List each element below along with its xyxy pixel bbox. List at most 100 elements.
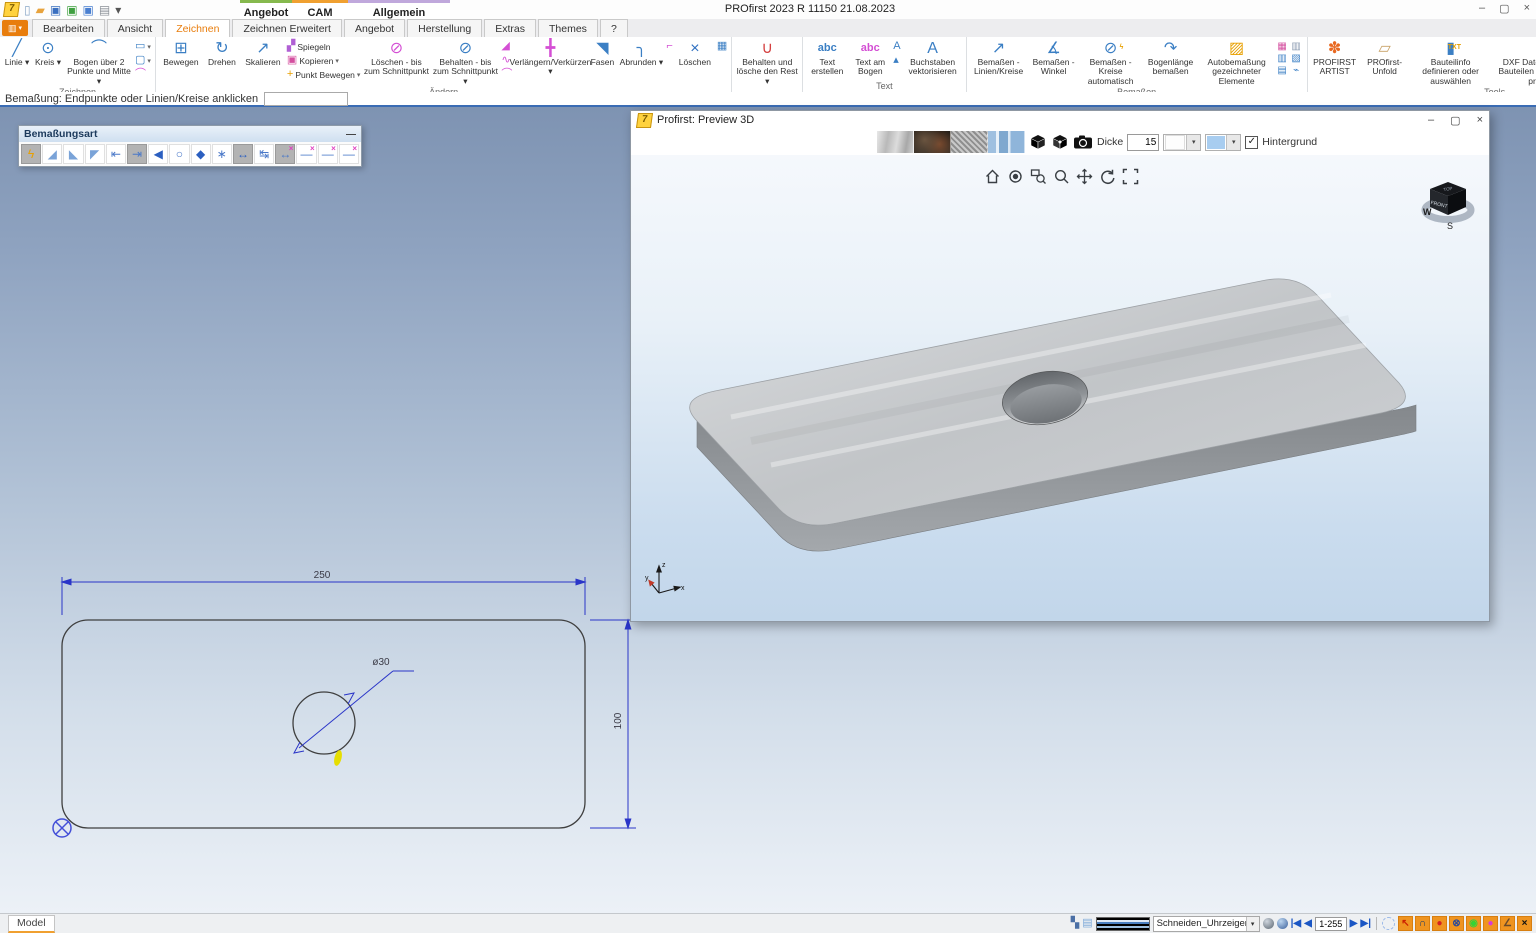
open-folder-icon[interactable]: ▰	[36, 4, 45, 16]
save-all-icon[interactable]: ▣	[66, 4, 77, 16]
ribbon-small-icon[interactable]: ◢	[501, 40, 512, 53]
dim-diamond-solid-button[interactable]: ◆	[191, 144, 211, 164]
view-cube[interactable]: TOP FRONT W S	[1421, 179, 1475, 231]
menu-tab-extras[interactable]: Extras	[484, 19, 536, 37]
last-frame-button[interactable]: ▶|	[1361, 918, 1372, 929]
wire-view-cube-icon[interactable]	[1051, 134, 1069, 150]
app-menu-button[interactable]: ▥ ▾	[2, 20, 28, 36]
snap-endpoint-toggle[interactable]: ●	[1432, 916, 1447, 931]
preview-maximize-button[interactable]: ▢	[1450, 114, 1460, 127]
ribbon-button-punkt-bewegen[interactable]: +Punkt Bewegen▾	[287, 68, 361, 81]
render-sphere-dark-icon[interactable]	[1263, 918, 1274, 929]
qat-more-dropdown[interactable]: ▾	[115, 4, 121, 16]
snap-midpoint-toggle[interactable]: ●	[1483, 916, 1498, 931]
save-icon[interactable]: ▣	[50, 4, 61, 16]
menu-tab-zeichnen[interactable]: Zeichnen	[165, 19, 230, 37]
ribbon-button-text-am-bogen[interactable]: abcText am Bogen	[850, 39, 890, 77]
material-color-select[interactable]: ▾	[1163, 134, 1201, 151]
ribbon-small-icon[interactable]: ▥	[1290, 41, 1303, 52]
texture-diagonal-weave[interactable]	[951, 131, 988, 153]
ribbon-small-icon[interactable]: ⌒	[135, 68, 151, 81]
texture-blue-reflection[interactable]	[988, 131, 1025, 153]
dim-vertical-button[interactable]: ◤	[85, 144, 105, 164]
menu-tab-[interactable]: ?	[600, 19, 628, 37]
preview-close-button[interactable]: ×	[1477, 114, 1483, 127]
dim-circle-open-button[interactable]: ○	[169, 144, 189, 164]
dim-x-end-button[interactable]: —×	[339, 144, 359, 164]
ribbon-small-icon[interactable]: ▧	[1290, 53, 1303, 64]
ribbon-button-verl-ngern-verk-rzen[interactable]: ╋Verlängern/Verkürzen ▾	[515, 39, 585, 77]
new-document-icon[interactable]: ▯	[24, 4, 31, 16]
ribbon-button-kopieren[interactable]: ▣Kopieren▾	[287, 54, 361, 67]
ribbon-button-bema-en-winkel[interactable]: ∡Bemaßen - Winkel	[1030, 39, 1078, 77]
ribbon-button-behalten-bis-zum-schnittpunkt[interactable]: ⊘Behalten - bis zum Schnittpunkt ▾	[432, 39, 498, 86]
snapshot-camera-icon[interactable]	[1073, 135, 1093, 150]
ribbon-small-icon[interactable]: ▢▾	[135, 54, 151, 67]
palette-minimize-icon[interactable]: —	[346, 129, 356, 140]
ribbon-button-profirst-artist[interactable]: ✽PROFIRST ARTIST	[1312, 39, 1358, 77]
ribbon-small-icon[interactable]: ▥	[1276, 53, 1289, 64]
preview-minimize-button[interactable]: –	[1428, 114, 1434, 127]
dim-x-right-button[interactable]: —×	[296, 144, 316, 164]
minimize-button[interactable]: –	[1479, 2, 1485, 15]
ribbon-button-bogenl-nge-bema-en[interactable]: ↷Bogenlänge bemaßen	[1144, 39, 1198, 77]
ribbon-button-bogen-ber-2-punkte-und-mitte[interactable]: ⌒Bogen über 2 Punkte und Mitte ▾	[66, 39, 132, 86]
cut-style-dropdown[interactable]: Schneiden_Uhrzeiger ▾	[1153, 916, 1260, 932]
close-button[interactable]: ×	[1524, 2, 1530, 15]
zoom-icon[interactable]	[1052, 167, 1070, 185]
dim-aligned-button[interactable]: ◢	[42, 144, 62, 164]
ribbon-button-kreis[interactable]: ⊙Kreis ▾	[33, 39, 63, 67]
ribbon-button-l-schen[interactable]: ×Löschen	[676, 39, 714, 67]
dim-double-arrow-button[interactable]: ↔	[233, 144, 253, 164]
ribbon-small-icon[interactable]: A	[893, 40, 900, 53]
dim-contour-auto-button[interactable]: ϟ	[21, 144, 41, 164]
snap-angle-toggle[interactable]: ∠	[1500, 916, 1515, 931]
ribbon-small-icon[interactable]: ▦	[717, 40, 727, 53]
ribbon-button-buchstaben-vektorisieren[interactable]: ABuchstaben vektorisieren	[904, 39, 962, 77]
dim-arrow-solid-button[interactable]: ◀	[148, 144, 168, 164]
render-sphere-blue-icon[interactable]	[1277, 918, 1288, 929]
snap-corner-toggle[interactable]: ↖	[1398, 916, 1413, 931]
construction-circle-toggle[interactable]	[1382, 917, 1395, 930]
dim-x-left-button[interactable]: —×	[318, 144, 338, 164]
model-tab[interactable]: Model	[8, 915, 55, 933]
snap-circle-toggle[interactable]: ◉	[1466, 916, 1481, 931]
ribbon-button-dxf-datei-mit-mehreren-bauteilen-splitten-in-1-dxf-pro-bauteil[interactable]: ▣▲DXF Datei mit mehreren Bauteilen split…	[1493, 39, 1536, 86]
ribbon-button-l-schen-bis-zum-schnittpunkt[interactable]: ⊘Löschen - bis zum Schnittpunkt	[363, 39, 429, 77]
preview-viewport[interactable]: TOP FRONT W S z y x	[631, 155, 1489, 621]
solid-view-cube-icon[interactable]	[1029, 134, 1047, 150]
thickness-input[interactable]	[1127, 134, 1159, 151]
menu-tab-ansicht[interactable]: Ansicht	[107, 19, 163, 37]
ribbon-small-icon[interactable]: ▦	[1276, 41, 1289, 52]
ribbon-button-behalten-und-l-sche-den-rest[interactable]: ∪Behalten und lösche den Rest ▾	[736, 39, 798, 86]
ribbon-button-bema-en-kreise-automatisch[interactable]: ⊘ϟBemaßen - Kreise automatisch	[1081, 39, 1141, 86]
ribbon-small-icon[interactable]: ▭▾	[135, 40, 151, 53]
link-parts-icon[interactable]: ▚	[1071, 918, 1079, 929]
menu-tab-herstellung[interactable]: Herstellung	[407, 19, 482, 37]
snap-off-toggle[interactable]: ×	[1517, 916, 1532, 931]
dim-arrow-out-right-button[interactable]: ⇥	[127, 144, 147, 164]
dim-x-center-button[interactable]: ↔×	[275, 144, 295, 164]
ribbon-small-icon[interactable]: ⌁	[1290, 65, 1303, 76]
ribbon-button-profirst-unfold[interactable]: ▱PROfirst-Unfold	[1361, 39, 1409, 77]
ribbon-button-spiegeln[interactable]: ▞Spiegeln	[287, 40, 361, 53]
dim-arrow-out-left-button[interactable]: ⇤	[106, 144, 126, 164]
ribbon-small-icon[interactable]: ▤	[1276, 65, 1289, 76]
ribbon-button-autobema-ung-gezeichneter-elemente[interactable]: ▨Autobemaßung gezeichneter Elemente	[1201, 39, 1273, 86]
menu-tab-zeichnen-erweitert[interactable]: Zeichnen Erweitert	[232, 19, 342, 37]
texture-brushed-steel[interactable]	[877, 131, 914, 153]
menu-tab-angebot[interactable]: Angebot	[344, 19, 405, 37]
ribbon-small-icon[interactable]: ▴	[893, 54, 900, 67]
save-as-icon[interactable]: ▣	[83, 4, 94, 16]
ribbon-button-bauteilinfo-definieren-oder-ausw-hlen[interactable]: ▮TXTBauteilinfo definieren oder auswähle…	[1412, 39, 1490, 86]
ribbon-button-linie[interactable]: ╱Linie ▾	[4, 39, 30, 67]
ribbon-small-icon[interactable]: ⌐	[666, 40, 672, 53]
prev-frame-button[interactable]: ◀	[1304, 918, 1312, 929]
background-color-select[interactable]: ▾	[1205, 134, 1241, 151]
ribbon-button-abrunden[interactable]: ╮Abrunden ▾	[619, 39, 663, 67]
view-eye-icon[interactable]	[1006, 167, 1024, 185]
background-checkbox[interactable]: ✓	[1245, 136, 1258, 149]
ribbon-button-bewegen[interactable]: ⊞Bewegen	[160, 39, 202, 67]
menu-tab-themes[interactable]: Themes	[538, 19, 598, 37]
prompt-input[interactable]	[264, 92, 348, 106]
